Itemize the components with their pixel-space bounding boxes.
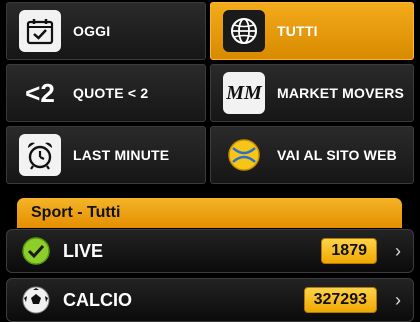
tile-label: VAI AL SITO WEB — [277, 147, 397, 163]
mm-logo-icon: MM — [223, 72, 265, 114]
tile-quote-lt2[interactable]: <2 QUOTE < 2 — [6, 64, 206, 122]
tile-last-minute[interactable]: LAST MINUTE — [6, 126, 206, 184]
chevron-right-icon: › — [395, 289, 401, 310]
globe-icon — [223, 10, 265, 52]
sport-row-live[interactable]: LIVE 1879 › — [6, 229, 414, 273]
menu-grid: OGGI TUTTI <2 QUOTE < 2 MM MARKET MOVERS — [0, 0, 420, 186]
sport-row-calcio[interactable]: CALCIO 327293 › — [6, 278, 414, 322]
tile-label: LAST MINUTE — [73, 147, 170, 163]
tile-vai-al-sito-web[interactable]: VAI AL SITO WEB — [210, 126, 414, 184]
row-label: CALCIO — [63, 289, 132, 310]
row-label: LIVE — [63, 240, 104, 261]
calendar-check-icon — [19, 10, 61, 52]
less-than-two-icon: <2 — [25, 77, 55, 108]
tile-label: MARKET MOVERS — [277, 85, 405, 101]
sport-section-header: Sport - Tutti — [17, 198, 402, 228]
chevron-right-icon: › — [395, 240, 401, 261]
live-check-icon — [21, 236, 51, 266]
tile-oggi[interactable]: OGGI — [6, 2, 206, 60]
website-ball-icon — [223, 134, 265, 176]
event-count-badge: 1879 — [321, 238, 377, 264]
tile-tutti[interactable]: TUTTI — [210, 2, 414, 60]
tile-label: TUTTI — [277, 23, 318, 39]
soccer-ball-icon — [21, 285, 51, 315]
alarm-clock-icon — [19, 134, 61, 176]
tile-label: QUOTE < 2 — [73, 85, 149, 101]
tile-market-movers[interactable]: MM MARKET MOVERS — [210, 64, 414, 122]
event-count-badge: 327293 — [303, 287, 377, 313]
tile-label: OGGI — [73, 23, 111, 39]
